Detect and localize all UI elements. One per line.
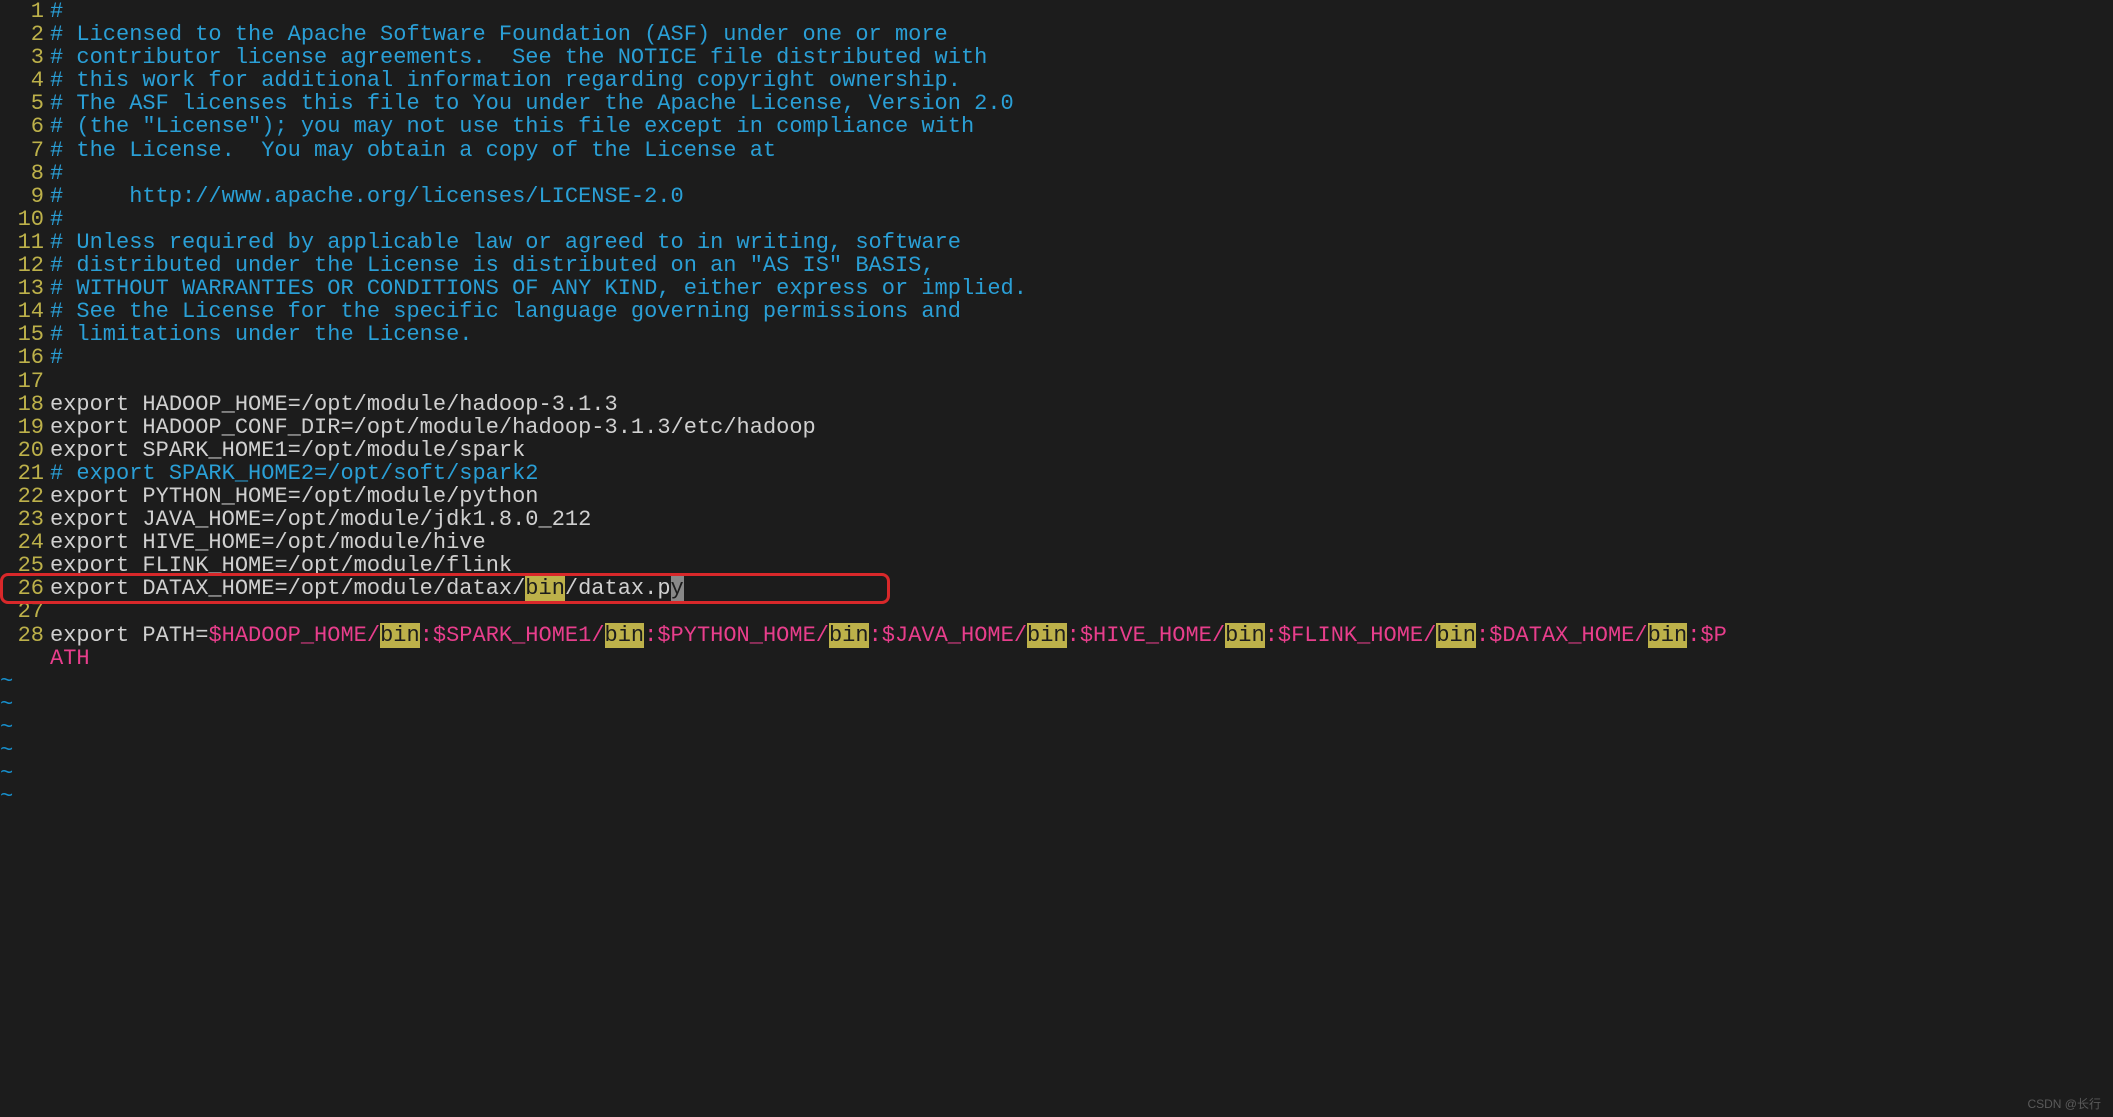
code-line-wrap: ATH <box>50 647 2113 670</box>
empty-line-tilde: ~ <box>0 739 2113 762</box>
code-line-blank <box>50 600 2113 623</box>
line-number: 20 <box>0 439 44 462</box>
line-number: 8 <box>0 162 44 185</box>
search-highlight: bin <box>1027 623 1067 648</box>
line-number: 4 <box>0 69 44 92</box>
code-line: # Licensed to the Apache Software Founda… <box>50 23 2113 46</box>
search-highlight: bin <box>1225 623 1265 648</box>
code-line: # http://www.apache.org/licenses/LICENSE… <box>50 185 2113 208</box>
code-line: # the License. You may obtain a copy of … <box>50 139 2113 162</box>
code-line: # The ASF licenses this file to You unde… <box>50 92 2113 115</box>
line-number: 10 <box>0 208 44 231</box>
line-number: 26 <box>0 577 44 600</box>
line-number: 27 <box>0 600 44 623</box>
search-highlight: bin <box>380 623 420 648</box>
line-number: 6 <box>0 115 44 138</box>
code-line: export FLINK_HOME=/opt/module/flink <box>50 554 2113 577</box>
code-line: # distributed under the License is distr… <box>50 254 2113 277</box>
code-line-blank <box>50 370 2113 393</box>
code-line: # Unless required by applicable law or a… <box>50 231 2113 254</box>
empty-line-tilde: ~ <box>0 670 2113 693</box>
search-highlight: bin <box>1648 623 1688 648</box>
line-number: 2 <box>0 23 44 46</box>
code-line: # <box>50 208 2113 231</box>
line-number: 17 <box>0 370 44 393</box>
code-content[interactable]: # # Licensed to the Apache Software Foun… <box>50 0 2113 808</box>
empty-line-tilde: ~ <box>0 762 2113 785</box>
code-line: export JAVA_HOME=/opt/module/jdk1.8.0_21… <box>50 508 2113 531</box>
cursor: y <box>671 576 684 601</box>
code-line: # See the License for the specific langu… <box>50 300 2113 323</box>
line-number: 9 <box>0 185 44 208</box>
line-number: 16 <box>0 346 44 369</box>
code-line: export PATH=$HADOOP_HOME/bin:$SPARK_HOME… <box>50 624 2113 647</box>
line-number: 11 <box>0 231 44 254</box>
code-line: export HADOOP_HOME=/opt/module/hadoop-3.… <box>50 393 2113 416</box>
line-number: 24 <box>0 531 44 554</box>
code-line: # contributor license agreements. See th… <box>50 46 2113 69</box>
code-line: export DATAX_HOME=/opt/module/datax/bin/… <box>50 577 2113 600</box>
code-line: export PYTHON_HOME=/opt/module/python <box>50 485 2113 508</box>
empty-line-tilde: ~ <box>0 716 2113 739</box>
code-editor[interactable]: 1 2 3 4 5 6 7 8 9 10 11 12 13 14 15 16 1… <box>0 0 2113 808</box>
code-line: export HIVE_HOME=/opt/module/hive <box>50 531 2113 554</box>
line-number: 23 <box>0 508 44 531</box>
line-number: 25 <box>0 554 44 577</box>
line-number: 22 <box>0 485 44 508</box>
line-number: 7 <box>0 139 44 162</box>
line-number: 28 <box>0 624 44 647</box>
code-line: export SPARK_HOME1=/opt/module/spark <box>50 439 2113 462</box>
empty-line-tilde: ~ <box>0 693 2113 716</box>
code-line: # export SPARK_HOME2=/opt/soft/spark2 <box>50 462 2113 485</box>
code-line: # this work for additional information r… <box>50 69 2113 92</box>
search-highlight: bin <box>605 623 645 648</box>
line-number: 12 <box>0 254 44 277</box>
watermark-text: CSDN @长行 <box>2027 1098 2101 1111</box>
search-highlight: bin <box>1436 623 1476 648</box>
code-line: # <box>50 0 2113 23</box>
code-line: # <box>50 346 2113 369</box>
code-line: # <box>50 162 2113 185</box>
line-number: 21 <box>0 462 44 485</box>
line-number: 18 <box>0 393 44 416</box>
line-number: 13 <box>0 277 44 300</box>
code-line: # (the "License"); you may not use this … <box>50 115 2113 138</box>
line-number: 15 <box>0 323 44 346</box>
code-line: # WITHOUT WARRANTIES OR CONDITIONS OF AN… <box>50 277 2113 300</box>
code-line: export HADOOP_CONF_DIR=/opt/module/hadoo… <box>50 416 2113 439</box>
line-number: 19 <box>0 416 44 439</box>
search-highlight: bin <box>525 576 565 601</box>
empty-line-tilde: ~ <box>0 785 2113 808</box>
search-highlight: bin <box>829 623 869 648</box>
code-line: # limitations under the License. <box>50 323 2113 346</box>
line-number: 5 <box>0 92 44 115</box>
line-number: 3 <box>0 46 44 69</box>
line-number: 1 <box>0 0 44 23</box>
line-number: 14 <box>0 300 44 323</box>
